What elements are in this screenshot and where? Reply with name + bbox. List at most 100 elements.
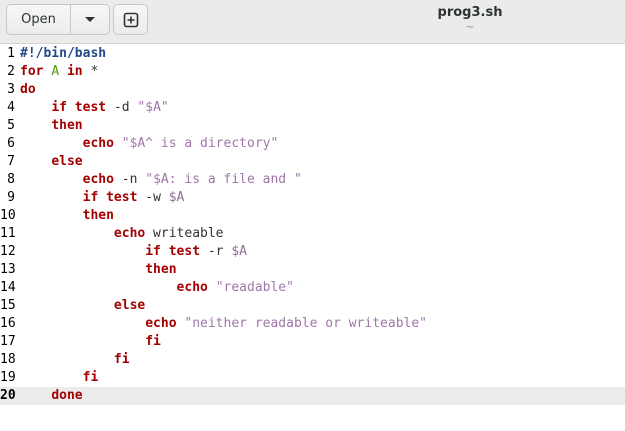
code-line[interactable]: 8 echo -n "$A: is a file and " [0,171,625,189]
line-number: 17 [0,334,16,349]
open-button-group: Open [6,4,110,35]
line-number: 13 [0,262,16,277]
code-token: if [51,100,67,115]
code-token: then [145,262,177,277]
chevron-down-icon [84,16,96,24]
line-number: 3 [7,82,15,97]
code-line[interactable]: 5 then [0,117,625,135]
code-token: if [145,244,161,259]
code-token: then [51,118,83,133]
code-line[interactable]: 13 then [0,261,625,279]
code-text: then [20,261,177,279]
new-tab-button[interactable] [113,4,148,35]
code-text: fi [20,369,99,387]
code-line[interactable]: 7 else [0,153,625,171]
line-number: 14 [0,280,16,295]
line-number: 11 [0,226,16,241]
code-token: "neither readable or writeable" [184,316,428,331]
code-token: -d [106,100,138,115]
code-token: fi [145,334,161,349]
code-token: $A [231,244,247,259]
code-token: test [168,244,201,259]
code-text: fi [20,333,161,351]
line-number: 18 [0,352,16,367]
code-text: then [20,117,83,135]
line-number: 1 [7,46,15,61]
code-text: for A in * [20,63,98,81]
code-line[interactable]: 9 if test -w $A [0,189,625,207]
document-title: prog3.sh [437,5,503,20]
line-number: 4 [7,100,15,115]
code-token: echo [176,280,208,295]
code-token: "$A^ is a directory" [121,136,279,151]
code-line[interactable]: 4 if test -d "$A" [0,99,625,117]
code-token: "$A" [137,100,169,115]
code-line[interactable]: 17 fi [0,333,625,351]
code-token: test [106,190,138,205]
code-token: "$A: is a file and " [145,172,302,187]
line-number: 8 [7,172,15,187]
line-number: 12 [0,244,16,259]
code-token: else [113,298,146,313]
document-path: ~ [465,20,475,33]
code-line[interactable]: 16 echo "neither readable or writeable" [0,315,625,333]
new-tab-icon [123,12,139,28]
code-line[interactable]: 12 if test -r $A [0,243,625,261]
line-number: 7 [7,154,15,169]
code-line[interactable]: 10 then [0,207,625,225]
code-line[interactable]: 3 do [0,81,625,99]
code-text: if test -d "$A" [20,99,169,117]
code-token: $A [168,190,185,205]
line-number: 10 [0,208,16,223]
line-number: 16 [0,316,16,331]
line-number: 19 [0,370,16,385]
open-button[interactable]: Open [7,5,71,34]
code-line[interactable]: 19 fi [0,369,625,387]
code-token: for [20,64,44,79]
open-menu-button[interactable] [71,5,109,34]
code-token: writeable [145,226,224,241]
code-token: echo [82,136,114,151]
code-line[interactable]: 15 else [0,297,625,315]
code-token: fi [82,370,99,385]
code-line[interactable]: 2 for A in * [0,63,625,81]
code-token: "readable" [215,280,294,295]
line-number: 15 [0,298,16,313]
line-number: 9 [7,190,15,205]
code-text: echo writeable [20,225,224,243]
code-text: then [20,207,114,225]
code-token: echo [82,172,114,187]
code-line[interactable]: 1 #!/bin/bash [0,45,625,63]
code-token: -n [113,172,146,187]
code-text: done [20,387,83,405]
code-line[interactable]: 11 echo writeable [0,225,625,243]
window-title-area: prog3.sh ~ [370,5,570,33]
line-number: 20 [0,388,16,403]
code-text: #!/bin/bash [20,45,106,63]
code-token: #!/bin/bash [20,46,107,61]
code-line[interactable]: 20 done [0,387,625,405]
code-editor[interactable]: 1 #!/bin/bash 2 for A in * 3 do 4 if test -d "… [0,45,625,431]
code-text: if test -r $A [20,243,247,261]
code-token: echo [145,316,177,331]
code-token: -r [200,244,232,259]
code-token: if [82,190,99,205]
code-token: test [74,100,107,115]
code-token: then [82,208,114,223]
code-line[interactable]: 18 fi [0,351,625,369]
code-text: else [20,297,145,315]
code-line[interactable]: 14 echo "readable" [0,279,625,297]
header-bar: Open prog3.sh ~ [0,0,625,44]
code-token: echo [113,226,146,241]
code-line[interactable]: 6 echo "$A^ is a directory" [0,135,625,153]
code-token: done [51,388,83,403]
code-token: do [20,82,36,97]
code-text: if test -w $A [20,189,185,207]
code-token: -w [137,190,169,205]
code-text: fi [20,351,130,369]
